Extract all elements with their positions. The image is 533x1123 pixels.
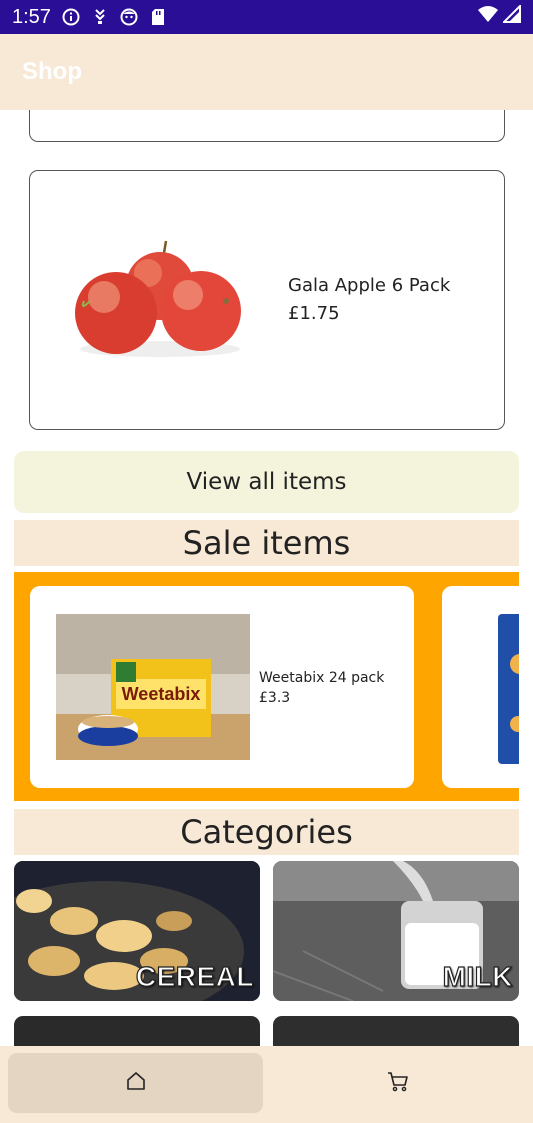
bottom-navigation [0,1046,533,1123]
categories-title: Categories [14,809,519,855]
sale-item-name: Weetabix 24 pack [259,670,385,686]
product-card[interactable]: Gala Apple 6 Pack £1.75 [29,170,505,430]
status-time: 1:57 [12,5,51,28]
sale-item-card-partial[interactable] [442,586,519,788]
product-card-partial[interactable] [29,110,505,142]
view-all-items-button[interactable]: View all items [14,451,519,513]
main-content[interactable]: Gala Apple 6 Pack £1.75 View all items S… [0,110,533,1046]
page-title: Shop [22,58,82,85]
home-icon [125,1070,147,1096]
signal-icon [501,3,521,29]
category-label: MILK [442,960,513,992]
nav-home-button[interactable] [8,1053,263,1113]
weetabix-brand-text: Weetabix [122,684,201,704]
product-price: £1.75 [288,303,340,324]
status-bar: 1:57 [0,0,533,34]
app-bar: Shop [0,34,533,110]
category-tile-partial[interactable] [14,1016,260,1046]
category-label: CEREAL [135,960,254,992]
face-icon [120,8,138,26]
category-tile-milk[interactable]: MILK [273,861,519,1001]
crisps-image [498,614,519,764]
sale-items-carousel[interactable]: Weetabix Weetabix 24 pack £3.3 [14,572,519,801]
sd-card-icon [149,8,167,26]
sale-item-price: £3.3 [259,690,291,706]
sale-item-card[interactable]: Weetabix Weetabix 24 pack £3.3 [30,586,414,788]
sale-items-title: Sale items [14,520,519,566]
weetabix-image: Weetabix [56,614,250,760]
wifi-icon [477,5,499,29]
info-icon [62,8,80,26]
nav-cart-button[interactable] [270,1053,525,1113]
category-tile-partial[interactable] [273,1016,519,1046]
product-name: Gala Apple 6 Pack [288,275,451,296]
download-icon [91,8,109,26]
cart-icon [387,1070,409,1096]
category-tile-cereal[interactable]: CEREAL [14,861,260,1001]
apple-image [70,231,250,361]
